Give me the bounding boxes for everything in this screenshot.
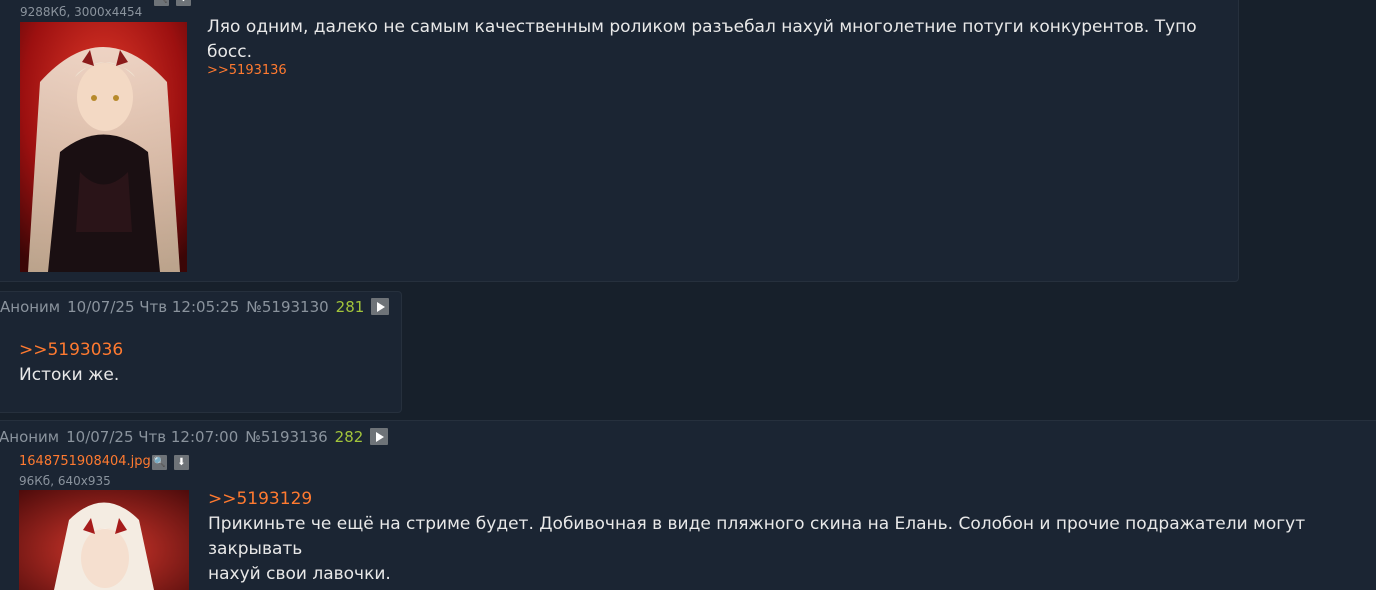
play-icon[interactable]: [370, 428, 389, 445]
post-number[interactable]: №5193130: [246, 298, 328, 316]
reply-link[interactable]: >>5193129: [208, 489, 312, 509]
backlink[interactable]: >>5193136: [207, 63, 287, 78]
post-5193130: Аноним 10/07/25 Чтв 12:05:25 №5193130 281 >…: [0, 291, 402, 413]
post-count: 281: [335, 298, 365, 316]
search-icon[interactable]: 🔍: [152, 455, 167, 470]
post-5193130-parent: 🔍 ⬇ 9288Кб, 3000x4454: [0, 0, 1239, 282]
post-date: 10/07/25 Чтв 12:05:25: [67, 298, 240, 316]
file-name-link[interactable]: 1648751908404.jpg: [19, 454, 151, 469]
post-count: 282: [334, 428, 364, 446]
post-5193136: Аноним 10/07/25 Чтв 12:07:00 №5193136 282 1…: [0, 420, 1376, 590]
post-image-thumbnail[interactable]: [19, 490, 189, 590]
post-text: Истоки же.: [19, 365, 120, 385]
file-info: 9288Кб, 3000x4454: [20, 5, 143, 19]
post-image-thumbnail[interactable]: [20, 22, 187, 272]
post-date: 10/07/25 Чтв 12:07:00: [66, 428, 239, 446]
post-text-line: Прикиньте че ещё на стриме будет. Добиво…: [208, 514, 1306, 559]
post-message: Ляо одним, далеко не самым качественным …: [207, 17, 1197, 62]
post-number[interactable]: №5193136: [245, 428, 327, 446]
post-message: >>5193036 Истоки же.: [19, 338, 123, 388]
search-icon[interactable]: 🔍: [154, 0, 169, 6]
post-message: >>5193129 Прикиньте че ещё на стриме буд…: [208, 487, 1376, 587]
download-icon[interactable]: ⬇: [174, 455, 189, 470]
post-header: Аноним 10/07/25 Чтв 12:07:00 №5193136 282: [0, 428, 389, 446]
post-text-line: нахуй свои лавочки.: [208, 564, 391, 584]
post-author: Аноним: [0, 428, 60, 446]
post-header: Аноним 10/07/25 Чтв 12:05:25 №5193130 281: [0, 298, 390, 316]
play-icon[interactable]: [371, 298, 390, 315]
reply-link[interactable]: >>5193036: [19, 340, 123, 360]
file-info: 96Кб, 640x935: [19, 474, 111, 488]
post-author: Аноним: [0, 298, 61, 316]
download-icon[interactable]: ⬇: [176, 0, 191, 6]
